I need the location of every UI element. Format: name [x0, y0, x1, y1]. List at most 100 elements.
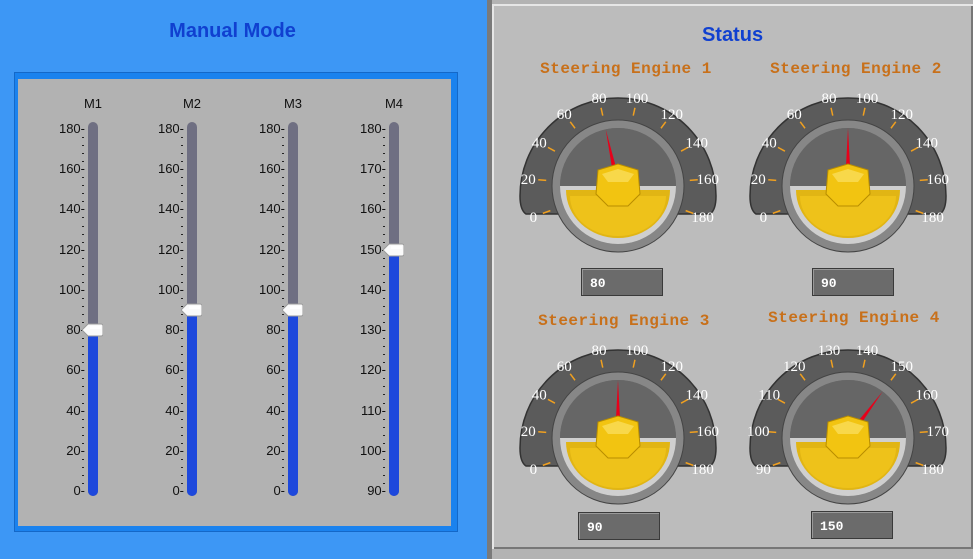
- slider-minor-tick: [181, 354, 183, 356]
- slider-minor-tick: [181, 145, 183, 147]
- slider-tick-label: 100-: [157, 281, 184, 297]
- slider-minor-tick: [282, 273, 284, 275]
- svg-text:160: 160: [696, 424, 719, 440]
- slider-tick-label: 60-: [66, 362, 85, 378]
- slider-minor-tick: [82, 474, 84, 476]
- svg-text:0: 0: [530, 462, 538, 478]
- svg-text:160: 160: [926, 172, 949, 188]
- svg-text:110: 110: [758, 388, 780, 404]
- slider-tick-label: 0-: [73, 483, 85, 498]
- slider-minor-tick: [282, 458, 284, 460]
- slider-tick-label: 60-: [266, 362, 285, 378]
- slider-fill: [389, 249, 399, 496]
- slider-minor-tick: [383, 177, 385, 179]
- slider-tick-label: 140-: [258, 201, 285, 217]
- svg-text:180: 180: [921, 210, 944, 226]
- slider-tick-label: 80-: [165, 322, 184, 338]
- slider-minor-tick: [181, 233, 183, 235]
- slider-minor-tick: [282, 265, 284, 267]
- slider-thumb[interactable]: [282, 303, 303, 317]
- slider-tick-label: 80-: [66, 322, 85, 338]
- slider-minor-tick: [82, 193, 84, 195]
- slider-minor-tick: [383, 305, 385, 307]
- slider-minor-tick: [82, 354, 84, 356]
- svg-text:20: 20: [751, 172, 766, 188]
- slider-thumb[interactable]: [383, 243, 404, 257]
- svg-text:40: 40: [532, 388, 547, 404]
- slider-tick-label: 160-: [157, 161, 184, 177]
- slider-minor-tick: [82, 145, 84, 147]
- slider-minor-tick: [383, 434, 385, 436]
- slider-minor-tick: [82, 418, 84, 420]
- slider-minor-tick: [82, 185, 84, 187]
- slider-thumb[interactable]: [82, 323, 103, 337]
- slider-minor-tick: [383, 386, 385, 388]
- svg-text:60: 60: [557, 359, 572, 375]
- slider-minor-tick: [383, 394, 385, 396]
- slider-tick-label: 60-: [165, 362, 184, 378]
- slider-label-m1: M1: [83, 96, 103, 111]
- slider-tick-label: 100-: [58, 281, 85, 297]
- slider-minor-tick: [282, 474, 284, 476]
- svg-text:160: 160: [696, 172, 719, 188]
- slider-minor-tick: [383, 153, 385, 155]
- slider-fill: [288, 310, 298, 496]
- slider-minor-tick: [181, 378, 183, 380]
- slider-tick-label: 40-: [266, 402, 285, 418]
- slider-minor-tick: [383, 314, 385, 316]
- slider-tick-label: 100-: [359, 442, 386, 458]
- svg-text:40: 40: [762, 136, 777, 152]
- slider-fill: [88, 330, 98, 496]
- slider-minor-tick: [282, 338, 284, 340]
- slider-thumb[interactable]: [181, 303, 202, 317]
- slider-minor-tick: [282, 386, 284, 388]
- slider-minor-tick: [383, 233, 385, 235]
- slider-minor-tick: [82, 137, 84, 139]
- slider-minor-tick: [82, 346, 84, 348]
- slider-minor-tick: [181, 193, 183, 195]
- slider-minor-tick: [181, 394, 183, 396]
- slider-minor-tick: [82, 153, 84, 155]
- slider-tick-label: 90-: [367, 483, 386, 498]
- svg-text:100: 100: [626, 91, 649, 107]
- svg-text:100: 100: [856, 91, 879, 107]
- slider-tick-label: 180-: [157, 121, 184, 136]
- svg-text:120: 120: [660, 107, 683, 123]
- slider-minor-tick: [181, 346, 183, 348]
- slider-label-m2: M2: [182, 96, 202, 111]
- slider-minor-tick: [181, 257, 183, 259]
- slider-tick-label: 20-: [266, 442, 285, 458]
- slider-minor-tick: [383, 297, 385, 299]
- slider-minor-tick: [282, 346, 284, 348]
- slider-tick-label: 120-: [258, 241, 285, 257]
- svg-text:140: 140: [686, 388, 709, 404]
- svg-text:120: 120: [890, 107, 913, 123]
- svg-text:20: 20: [521, 424, 536, 440]
- slider-minor-tick: [82, 177, 84, 179]
- slider-tick-label: 20-: [66, 442, 85, 458]
- slider-tick-label: 20-: [165, 442, 184, 458]
- slider-tick-label: 180-: [58, 121, 85, 136]
- slider-tick-label: 40-: [66, 402, 85, 418]
- value-display-4: 150: [811, 511, 893, 539]
- slider-tick-label: 150-: [359, 241, 386, 257]
- value-display-1: 80: [581, 268, 663, 296]
- slider-minor-tick: [282, 177, 284, 179]
- slider-minor-tick: [282, 217, 284, 219]
- slider-minor-tick: [282, 426, 284, 428]
- svg-text:140: 140: [916, 136, 939, 152]
- slider-minor-tick: [383, 265, 385, 267]
- slider-minor-tick: [181, 426, 183, 428]
- slider-minor-tick: [282, 434, 284, 436]
- status-title: Status: [701, 24, 764, 46]
- slider-tick-label: 110-: [360, 402, 386, 418]
- slider-tick-label: 0-: [273, 483, 285, 498]
- svg-text:180: 180: [691, 210, 714, 226]
- slider-tick-label: 130-: [359, 322, 386, 338]
- svg-text:120: 120: [660, 359, 683, 375]
- slider-minor-tick: [82, 257, 84, 259]
- slider-minor-tick: [82, 458, 84, 460]
- slider-minor-tick: [82, 426, 84, 428]
- slider-tick-label: 140-: [157, 201, 184, 217]
- slider-minor-tick: [181, 434, 183, 436]
